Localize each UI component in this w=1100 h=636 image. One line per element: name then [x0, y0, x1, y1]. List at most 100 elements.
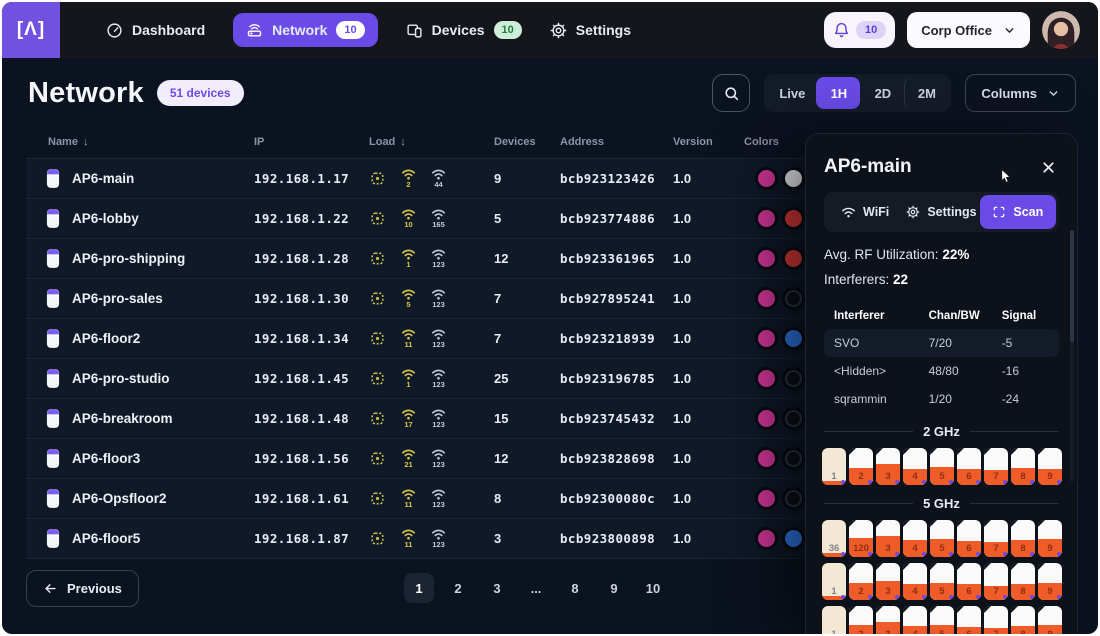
header-controls: Live 1H 2D 2M Columns	[712, 74, 1076, 112]
panel-tabs: WiFi Settings Scan	[824, 192, 1059, 232]
wifi-24ghz-channel: 21	[401, 448, 416, 469]
nav-settings[interactable]: Settings	[550, 22, 631, 39]
close-panel-button[interactable]	[1038, 157, 1059, 178]
wifi-icon	[841, 206, 856, 218]
panel-scrollbar[interactable]	[1070, 230, 1074, 482]
device-client-count: 7	[494, 291, 502, 306]
panel-title: AP6-main	[824, 156, 912, 177]
page-number-10[interactable]: 10	[638, 573, 668, 603]
cpu-icon	[369, 370, 386, 387]
channel-cell: 6	[957, 520, 981, 557]
nav-dashboard[interactable]: Dashboard	[106, 22, 205, 39]
wifi-24ghz-channel: 11	[401, 328, 416, 349]
cell-notch	[957, 563, 964, 570]
interferers-label: Interferers:	[824, 272, 890, 287]
tab-settings[interactable]: Settings	[903, 195, 979, 229]
band-divider: 5 GHz	[824, 496, 1059, 511]
channel-cell: 9	[1038, 520, 1062, 557]
column-header-name[interactable]: Name ↓	[26, 136, 254, 148]
org-name: Corp Office	[921, 22, 992, 38]
device-ip: 192.168.1.45	[254, 371, 350, 386]
cell-notch	[1011, 563, 1018, 570]
page-number-3[interactable]: 3	[482, 573, 512, 603]
nav-devices[interactable]: Devices 10	[406, 21, 522, 39]
device-address: bcb923745432	[560, 411, 656, 426]
cell-notch	[984, 520, 991, 527]
device-name: AP6-floor5	[72, 531, 141, 546]
org-selector[interactable]: Corp Office	[907, 12, 1030, 48]
previous-page-button[interactable]: Previous	[26, 569, 139, 607]
device-load: 5 123	[369, 288, 494, 309]
color-dot-pink	[758, 290, 775, 307]
cell-notch	[876, 520, 883, 527]
bell-icon	[833, 22, 850, 39]
column-header-devices[interactable]: Devices	[494, 136, 560, 148]
page-number-8[interactable]: 8	[560, 573, 590, 603]
device-load: 11 123	[369, 328, 494, 349]
cell-notch	[984, 448, 991, 455]
cell-notch	[984, 606, 991, 613]
cpu-icon	[369, 210, 386, 227]
time-range-2m[interactable]: 2M	[904, 77, 948, 109]
tab-wifi[interactable]: WiFi	[827, 195, 903, 229]
tab-scan[interactable]: Scan	[979, 195, 1056, 229]
ap-marker-dot	[949, 552, 953, 556]
device-name: AP6-breakroom	[72, 411, 173, 426]
sort-descending-icon: ↓	[400, 136, 406, 148]
search-button[interactable]	[712, 74, 751, 112]
channel-cell: 6	[957, 563, 981, 600]
cell-notch	[849, 563, 856, 570]
tab-scan-label: Scan	[1013, 205, 1044, 219]
page-number-1[interactable]: 1	[404, 573, 434, 603]
nav-dashboard-label: Dashboard	[132, 22, 206, 38]
wifi-24ghz-channel: 2	[401, 168, 416, 189]
sort-descending-icon: ↓	[82, 136, 89, 148]
cell-notch	[1011, 448, 1018, 455]
color-dot-pink	[758, 410, 775, 427]
device-client-count: 12	[494, 451, 509, 466]
column-header-version[interactable]: Version	[673, 136, 744, 148]
wifi-24ghz-channel: 5	[401, 288, 416, 309]
ap-marker-dot	[976, 595, 980, 599]
interferer-rows: SVO 7/20 -5 <Hidden> 48/80 -16 sqrammin 1/20 -24	[824, 329, 1059, 413]
ap-marker-dot	[949, 595, 953, 599]
column-label: Version	[673, 136, 713, 148]
ap-marker-dot	[841, 552, 845, 556]
color-dot-empty	[785, 370, 802, 387]
time-range-live[interactable]: Live	[767, 77, 816, 109]
column-header-ip[interactable]: IP	[254, 136, 369, 148]
channel-cell: 7	[984, 448, 1008, 485]
wifi-5ghz-channel: 123	[431, 328, 446, 349]
interferer-chan_bw: 7/20	[928, 336, 952, 350]
time-range-2d[interactable]: 2D	[860, 77, 904, 109]
app-logo[interactable]: [Λ]	[2, 2, 60, 58]
page-number-9[interactable]: 9	[599, 573, 629, 603]
column-label: IP	[254, 136, 265, 148]
mouse-cursor-icon	[998, 168, 1013, 190]
time-range-1h[interactable]: 1H	[816, 77, 861, 109]
device-name: AP6-lobby	[72, 211, 139, 226]
channel-cell: 120	[849, 520, 873, 557]
chevron-down-icon	[1047, 87, 1060, 100]
cell-notch	[984, 563, 991, 570]
page-ellipsis: ...	[530, 580, 542, 596]
wifi-24ghz-channel: 11	[401, 528, 416, 549]
channel-cell: 2	[849, 563, 873, 600]
device-address: bcb923774886	[560, 211, 656, 226]
wifi-5ghz-channel: 165	[431, 208, 446, 229]
color-dot-empty	[785, 490, 802, 507]
column-header-address[interactable]: Address	[560, 136, 673, 148]
access-point-icon	[46, 328, 60, 349]
columns-button[interactable]: Columns	[965, 74, 1076, 112]
page-number-2[interactable]: 2	[443, 573, 473, 603]
device-ip: 192.168.1.87	[254, 531, 350, 546]
column-label: Devices	[494, 136, 536, 148]
notifications-button[interactable]: 10	[823, 12, 896, 48]
gear-icon	[550, 22, 567, 39]
interferer-chan_bw: 48/80	[928, 364, 959, 378]
nav-network[interactable]: Network 10	[233, 13, 378, 47]
column-header-load[interactable]: Load ↓	[369, 136, 494, 148]
user-avatar[interactable]	[1042, 11, 1080, 49]
interferer-interferer: <Hidden>	[834, 364, 887, 378]
channel-cell: 4	[903, 563, 927, 600]
